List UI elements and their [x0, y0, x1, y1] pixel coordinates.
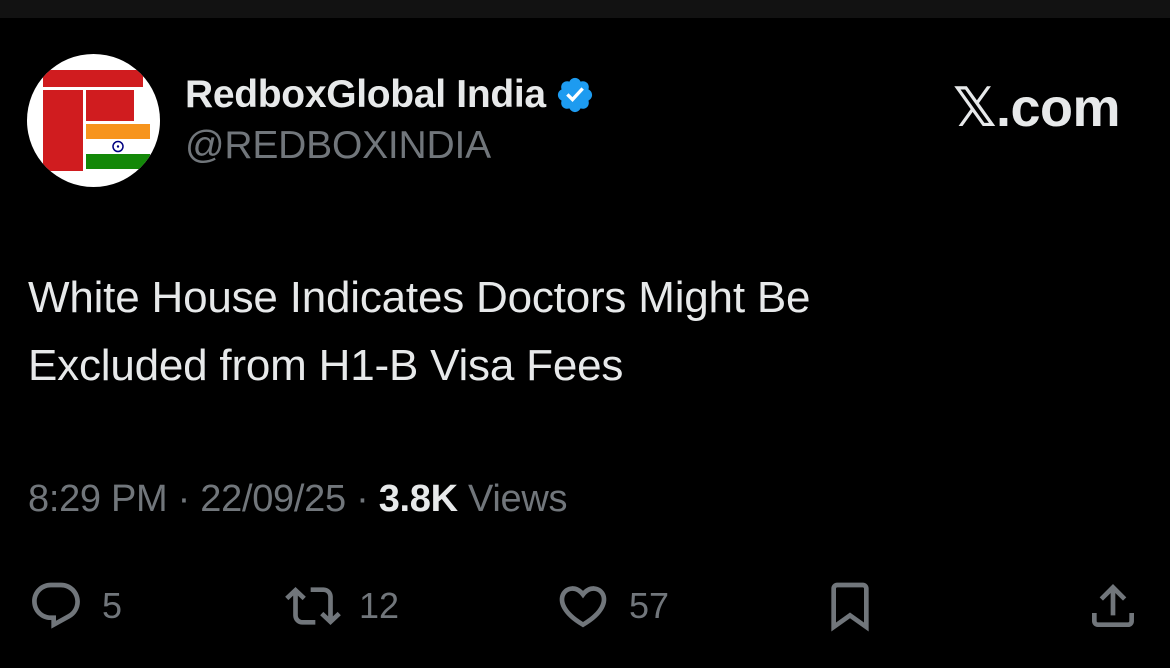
like-count: 57	[629, 585, 670, 626]
repost-button[interactable]: 12	[285, 578, 399, 634]
user-handle[interactable]: @REDBOXINDIA	[185, 124, 491, 168]
share-icon	[1092, 584, 1134, 627]
views-count[interactable]: 3.8K	[379, 478, 458, 520]
meta-separator: ·	[345, 478, 379, 520]
tweet-time[interactable]: 8:29 PM	[28, 478, 168, 520]
views-label: Views	[457, 478, 568, 520]
tweet-meta: 8:29 PM · 22/09/25 · 3.8K Views	[28, 478, 568, 521]
tweet-text: White House Indicates Doctors Might Be E…	[28, 264, 1128, 400]
like-icon	[559, 586, 607, 628]
x-com-brand-label: 𝕏.com	[952, 78, 1121, 138]
tweet-date[interactable]: 22/09/25	[200, 478, 346, 520]
display-name[interactable]: RedboxGlobal India	[185, 73, 546, 117]
repost-icon	[285, 587, 341, 625]
meta-separator: ·	[167, 478, 201, 520]
reply-count: 5	[102, 585, 123, 626]
reply-button[interactable]: 5	[28, 578, 122, 634]
profile-avatar[interactable]	[27, 54, 160, 187]
verified-badge-icon	[557, 77, 592, 113]
share-button[interactable]	[1085, 578, 1141, 634]
redbox-india-logo-icon	[43, 70, 150, 171]
top-status-strip	[0, 0, 1170, 18]
author-name-row: RedboxGlobal India	[185, 70, 595, 120]
tweet-text-line: White House Indicates Doctors Might Be	[28, 273, 811, 322]
bookmark-button[interactable]	[822, 578, 878, 634]
bookmark-icon	[831, 582, 869, 632]
tweet-text-line: Excluded from H1-B Visa Fees	[28, 341, 624, 390]
repost-count: 12	[359, 585, 400, 626]
reply-icon	[32, 582, 80, 629]
like-button[interactable]: 57	[555, 578, 669, 634]
